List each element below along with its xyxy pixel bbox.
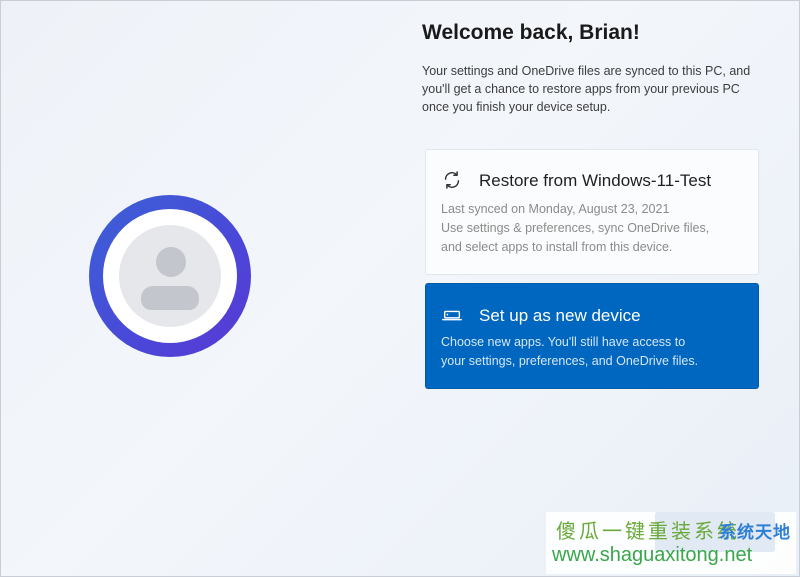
setup-window: Welcome back, Brian! Your settings and O… <box>0 0 800 577</box>
new-device-option-details: Choose new apps. You'll still have acces… <box>441 333 751 371</box>
person-icon <box>119 225 221 327</box>
restore-detail-line: Last synced on Monday, August 23, 2021 <box>441 202 670 216</box>
new-device-detail-line: Choose new apps. You'll still have acces… <box>441 335 686 349</box>
avatar-head <box>156 247 186 277</box>
new-device-option-card[interactable]: Set up as new device Choose new apps. Yo… <box>425 283 759 389</box>
avatar-body <box>141 286 199 310</box>
watermark-logo: 系统天地 <box>719 523 791 543</box>
watermark-title: 傻瓜一键重装系统 <box>556 519 740 543</box>
page-description: Your settings and OneDrive files are syn… <box>422 64 751 114</box>
new-device-detail-line: your settings, preferences, and OneDrive… <box>441 354 699 368</box>
new-device-option-title: Set up as new device <box>479 306 641 325</box>
avatar-inner <box>103 209 237 343</box>
restore-detail-line: and select apps to install from this dev… <box>441 240 673 254</box>
user-avatar <box>89 195 251 357</box>
laptop-icon <box>442 310 462 321</box>
restore-option-card[interactable]: Restore from Windows-11-Test Last synced… <box>425 149 759 275</box>
restore-option-title: Restore from Windows-11-Test <box>479 171 712 190</box>
watermark-url: www.shaguaxitong.net <box>552 544 753 566</box>
watermark: 傻瓜一键重装系统 系统天地 www.shaguaxitong.net <box>546 512 796 574</box>
sync-icon <box>444 171 460 189</box>
page-title: Welcome back, Brian! <box>422 21 640 44</box>
restore-detail-line: Use settings & preferences, sync OneDriv… <box>441 221 710 235</box>
restore-option-details: Last synced on Monday, August 23, 2021 U… <box>441 200 751 257</box>
